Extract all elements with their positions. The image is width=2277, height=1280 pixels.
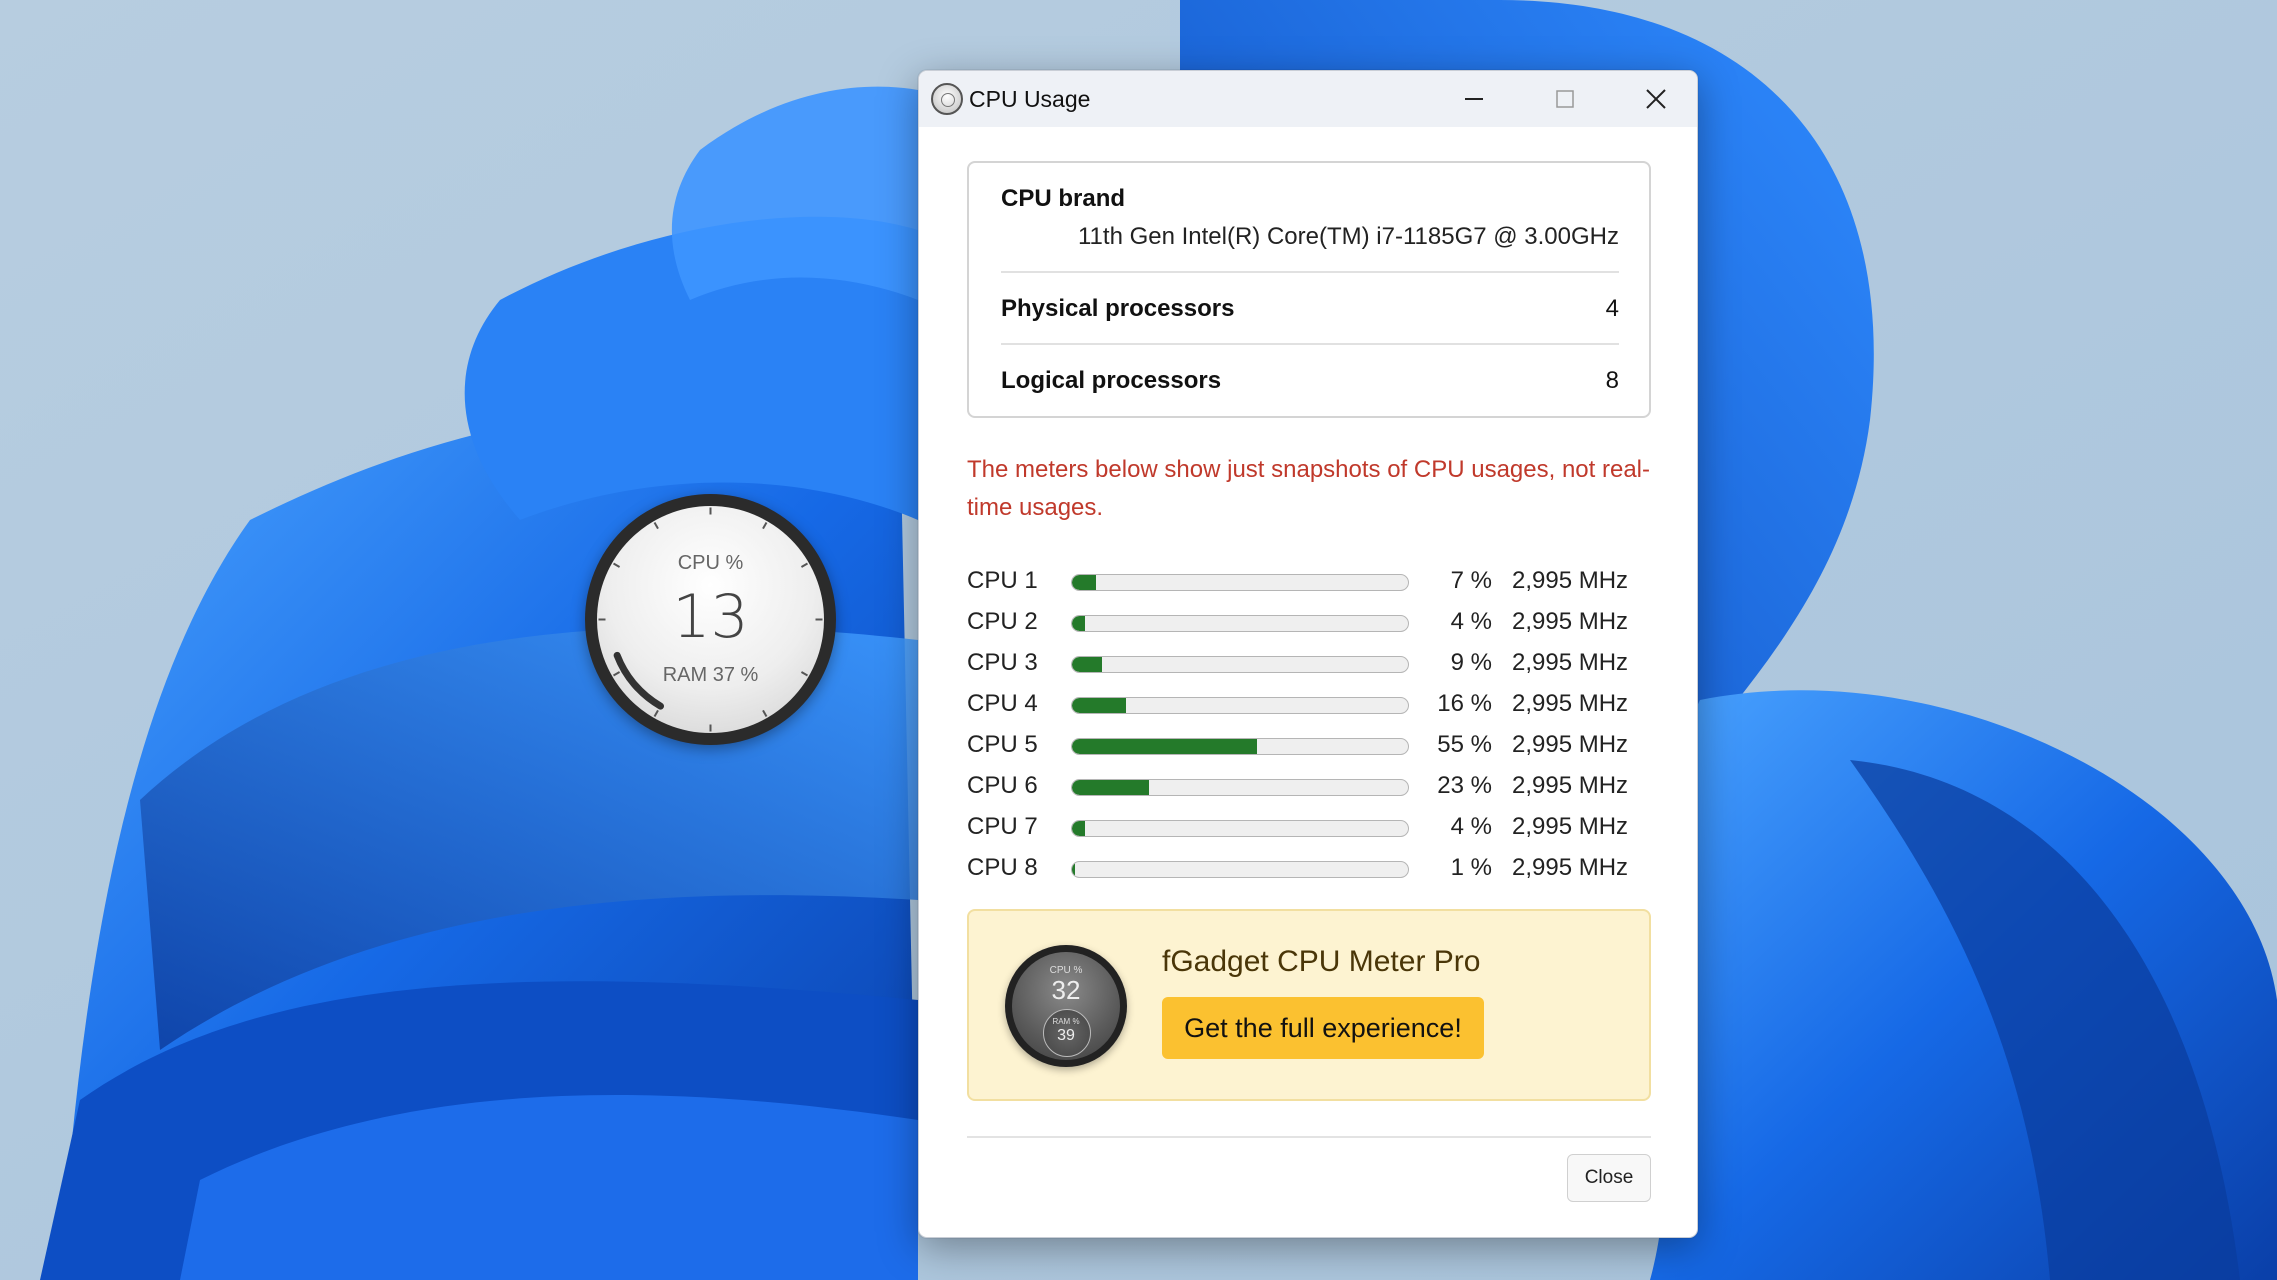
- cpu-usage-fill: [1072, 821, 1086, 836]
- pro-gadget-cpu-value: 32: [1051, 975, 1081, 1005]
- logical-processors-row: Logical processors 8: [1001, 367, 1619, 395]
- cpu-frequency: 2,995 MHz: [1512, 813, 1629, 840]
- cpu-usage-bar: [1071, 779, 1409, 796]
- physical-processors-row: Physical processors 4: [1001, 295, 1619, 323]
- footer-divider: [967, 1136, 1651, 1138]
- cpu-percent: 1 %: [1450, 854, 1492, 881]
- cpu-row: CPU 1 7 % 2,995 MHz: [967, 561, 1667, 602]
- cpu-usage-bar: [1071, 656, 1409, 673]
- maximize-icon: [1556, 90, 1574, 108]
- snapshot-notice: The meters below show just snapshots of …: [967, 456, 1650, 521]
- cpu-name: CPU 1: [967, 567, 1038, 594]
- cpu-frequency: 2,995 MHz: [1512, 608, 1629, 635]
- physical-processors-label: Physical processors: [1001, 295, 1235, 322]
- gadget-ram-label: RAM 37 %: [662, 664, 759, 686]
- cpu-brand-label: CPU brand: [1001, 185, 1126, 212]
- cpu-usage-fill: [1072, 616, 1086, 631]
- gadget-tick: [762, 709, 768, 717]
- cpu-name: CPU 7: [967, 813, 1038, 840]
- cpu-brand-value: 11th Gen Intel(R) Core(TM) i7-1185G7 @ 3…: [1077, 223, 1619, 250]
- cpu-usage-fill: [1072, 657, 1103, 672]
- pro-gadget-ram-label: RAM %: [1052, 1017, 1080, 1026]
- cpu-frequency: 2,995 MHz: [1512, 690, 1629, 717]
- minimize-icon: [1465, 98, 1483, 100]
- close-window-button[interactable]: [1611, 71, 1697, 127]
- cpu-frequency: 2,995 MHz: [1512, 649, 1629, 676]
- promo-banner: CPU % 32 RAM % 39 fGadget CPU Meter Pro …: [967, 909, 1651, 1101]
- cpu-usage-fill: [1072, 739, 1257, 754]
- cpu-percent: 7 %: [1450, 567, 1492, 594]
- gadget-tick: [653, 522, 659, 530]
- cpu-row: CPU 6 23 % 2,995 MHz: [967, 766, 1667, 807]
- cpu-usage-fill: [1072, 862, 1076, 877]
- logical-processors-value: 8: [1605, 367, 1619, 394]
- desktop-cpu-meter-gadget[interactable]: CPU % 13 RAM 37 %: [585, 494, 836, 745]
- minimize-button[interactable]: [1429, 71, 1519, 127]
- cpu-percent: 4 %: [1450, 813, 1492, 840]
- logical-processors-label: Logical processors: [1001, 367, 1222, 394]
- get-full-experience-button[interactable]: Get the full experience!: [1162, 997, 1484, 1059]
- cpu-row: CPU 2 4 % 2,995 MHz: [967, 602, 1667, 643]
- cpu-name: CPU 6: [967, 772, 1038, 799]
- cpu-usage-bar: [1071, 615, 1409, 632]
- promo-title: fGadget CPU Meter Pro: [1162, 945, 1481, 978]
- cpu-name: CPU 5: [967, 731, 1038, 758]
- cpu-usage-bar: [1071, 820, 1409, 837]
- cpu-usage-bar: [1071, 861, 1409, 878]
- maximize-button[interactable]: [1520, 71, 1610, 127]
- cpu-usage-fill: [1072, 698, 1126, 713]
- cpu-percent: 16 %: [1437, 690, 1492, 717]
- cpu-percent: 23 %: [1437, 772, 1492, 799]
- pro-gadget-preview-icon: CPU % 32 RAM % 39: [1005, 945, 1127, 1067]
- gadget-tick: [653, 709, 659, 717]
- cpu-name: CPU 4: [967, 690, 1038, 717]
- cpu-usage-bar: [1071, 697, 1409, 714]
- cpu-usage-window: CPU Usage CPU brand 11th Gen Intel(R) Co…: [918, 70, 1698, 1238]
- cpu-row: CPU 7 4 % 2,995 MHz: [967, 807, 1667, 848]
- cpu-row: CPU 5 55 % 2,995 MHz: [967, 725, 1667, 766]
- title-bar[interactable]: CPU Usage: [919, 71, 1697, 127]
- cpu-frequency: 2,995 MHz: [1512, 731, 1629, 758]
- cpu-name: CPU 2: [967, 608, 1038, 635]
- pro-gadget-ram-value: 39: [1057, 1027, 1075, 1044]
- cpu-row: CPU 4 16 % 2,995 MHz: [967, 684, 1667, 725]
- cpu-name: CPU 8: [967, 854, 1038, 881]
- window-title: CPU Usage: [969, 86, 1091, 112]
- cpu-usage-bar: [1071, 738, 1409, 755]
- cpu-usage-fill: [1072, 575, 1096, 590]
- cpu-percent: 55 %: [1437, 731, 1492, 758]
- cpu-usage-fill: [1072, 780, 1150, 795]
- cpu-frequency: 2,995 MHz: [1512, 567, 1629, 594]
- cpu-name: CPU 3: [967, 649, 1038, 676]
- cpu-frequency: 2,995 MHz: [1512, 772, 1629, 799]
- divider: [1001, 343, 1619, 345]
- physical-processors-value: 4: [1605, 295, 1619, 322]
- gadget-tick: [762, 522, 768, 530]
- close-icon: [1646, 89, 1666, 109]
- gadget-cpu-label: CPU %: [677, 552, 744, 574]
- cpu-row: CPU 3 9 % 2,995 MHz: [967, 643, 1667, 684]
- cpu-usage-bar: [1071, 574, 1409, 591]
- cpu-row: CPU 8 1 % 2,995 MHz: [967, 848, 1667, 889]
- cpu-percent: 4 %: [1450, 608, 1492, 635]
- cpu-frequency: 2,995 MHz: [1512, 854, 1629, 881]
- cpu-gadget-icon: [931, 83, 963, 115]
- close-button[interactable]: Close: [1567, 1154, 1651, 1202]
- cpu-info-card: CPU brand 11th Gen Intel(R) Core(TM) i7-…: [967, 161, 1651, 418]
- cpu-percent: 9 %: [1450, 649, 1492, 676]
- divider: [1001, 271, 1619, 273]
- gadget-cpu-value: 13: [672, 582, 749, 652]
